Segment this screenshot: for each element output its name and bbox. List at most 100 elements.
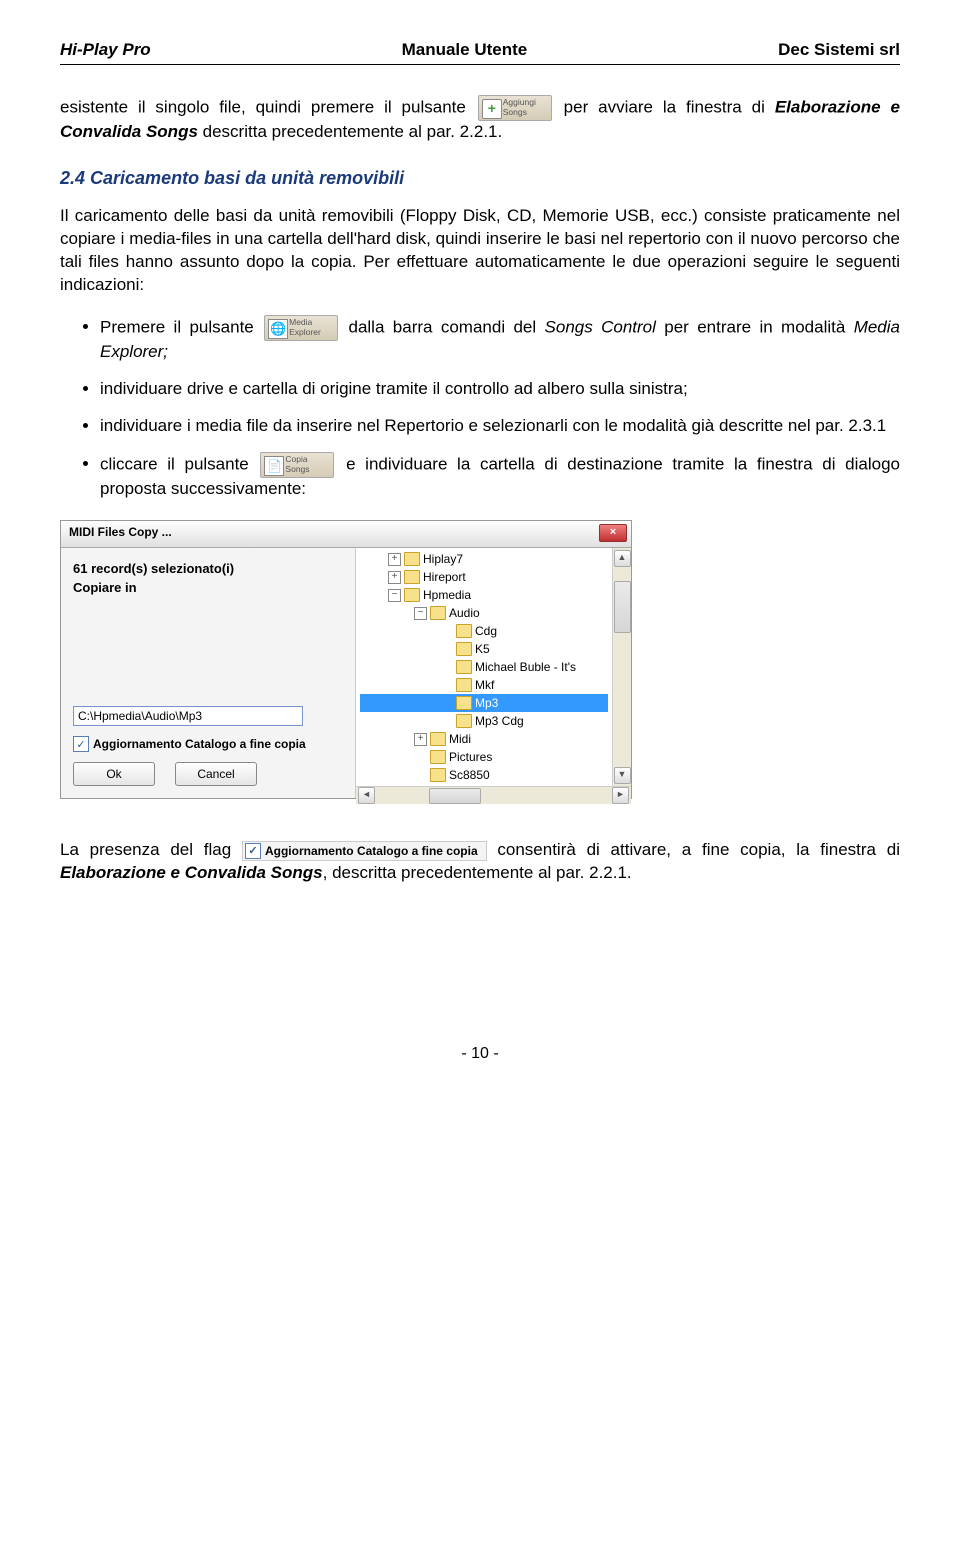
p3a-text: La presenza del flag — [60, 840, 242, 859]
tree-item-label: Hpmedia — [423, 588, 471, 602]
tree-item-label: Mp3 Cdg — [475, 714, 524, 728]
folder-icon — [430, 768, 446, 782]
tree-item[interactable]: Pictures — [360, 748, 608, 766]
header-left: Hi-Play Pro — [60, 40, 151, 60]
tree-item-label: Audio — [449, 606, 480, 620]
tree-item[interactable]: Cdg — [360, 622, 608, 640]
tree-item[interactable]: Michael Buble - It's — [360, 658, 608, 676]
tree-item-label: Mp3 — [475, 696, 498, 710]
tree-item[interactable]: + Midi — [360, 730, 608, 748]
tree-item[interactable]: Mp3 Cdg — [360, 712, 608, 730]
catalog-update-checkbox[interactable]: ✓ — [73, 736, 89, 752]
scroll-up-icon[interactable]: ▲ — [614, 550, 631, 567]
li4a-text: cliccare il pulsante — [100, 454, 258, 473]
tree-item[interactable]: Sc8850 — [360, 766, 608, 784]
tree-item-label: Cdg — [475, 624, 497, 638]
tree-item[interactable]: + Hiplay7 — [360, 550, 608, 568]
folder-icon — [456, 624, 472, 638]
bullet-3: individuare i media file da inserire nel… — [100, 415, 900, 438]
li1a-text: Premere il pulsante — [100, 317, 262, 336]
tree-item[interactable]: Mp3 — [360, 694, 608, 712]
media-explorer-button[interactable]: MediaExplorer — [264, 315, 338, 341]
dialog-right-pane: + Hiplay7 + Hireport − Hpmedia − Audio Cdg K5 Mich… — [355, 548, 631, 798]
expand-toggle-icon[interactable]: + — [414, 733, 427, 746]
copia-songs-button[interactable]: CopiaSongs — [260, 452, 334, 478]
expand-toggle-icon[interactable]: + — [388, 571, 401, 584]
folder-icon — [456, 696, 472, 710]
paragraph-3: La presenza del flag ✓ Aggiornamento Cat… — [60, 839, 900, 885]
tree-item[interactable]: − Audio — [360, 604, 608, 622]
plus-icon — [482, 99, 502, 119]
vertical-scrollbar[interactable]: ▲ ▼ — [612, 548, 631, 786]
tree-item-label: K5 — [475, 642, 490, 656]
scroll-thumb[interactable] — [614, 581, 631, 633]
checkbox-icon: ✓ — [245, 843, 261, 859]
close-icon[interactable]: × — [599, 524, 627, 542]
folder-icon — [404, 552, 420, 566]
folder-icon — [456, 678, 472, 692]
bullet-list: Premere il pulsante MediaExplorer dalla … — [60, 315, 900, 501]
scroll-left-icon[interactable]: ◄ — [358, 787, 375, 804]
dialog-title-text: MIDI Files Copy ... — [69, 525, 172, 539]
expand-toggle-icon[interactable]: − — [388, 589, 401, 602]
p3b-text: consentirà di attivare, a fine copia, la… — [487, 840, 900, 859]
paragraph-1: esistente il singolo file, quindi premer… — [60, 95, 900, 144]
page-number: - 10 - — [60, 1045, 900, 1063]
folder-icon — [430, 606, 446, 620]
ok-button[interactable]: Ok — [73, 762, 155, 786]
folder-icon — [456, 660, 472, 674]
tree-item-label: Hiplay7 — [423, 552, 463, 566]
tree-wrap: + Hiplay7 + Hireport − Hpmedia − Audio Cdg K5 Mich… — [356, 548, 631, 786]
p1b-text: per avviare la finestra di — [554, 97, 775, 116]
cancel-button[interactable]: Cancel — [175, 762, 257, 786]
tree-item[interactable]: + Hireport — [360, 568, 608, 586]
tree-item-label: Mkf — [475, 678, 494, 692]
p1a-text: esistente il singolo file, quindi premer… — [60, 97, 476, 116]
scroll-down-icon[interactable]: ▼ — [614, 767, 631, 784]
dialog-body: 61 record(s) selezionato(i)Copiare in C:… — [61, 548, 631, 798]
li1b-text: dalla barra comandi del — [340, 317, 544, 336]
midi-files-copy-dialog: MIDI Files Copy ... × 61 record(s) selez… — [60, 520, 632, 799]
bullet-1: Premere il pulsante MediaExplorer dalla … — [100, 315, 900, 364]
bullet-4: cliccare il pulsante CopiaSongs e indivi… — [100, 452, 900, 501]
path-input[interactable]: C:\Hpmedia\Audio\Mp3 — [73, 706, 303, 726]
folder-icon — [430, 750, 446, 764]
tree-item-label: Pictures — [449, 750, 492, 764]
bullet-2: individuare drive e cartella di origine … — [100, 378, 900, 401]
inline-catalog-checkbox[interactable]: ✓ Aggiornamento Catalogo a fine copia — [242, 841, 487, 861]
tree-item[interactable]: K5 — [360, 640, 608, 658]
dialog-button-row: Ok Cancel — [73, 762, 343, 786]
selection-summary: 61 record(s) selezionato(i)Copiare in — [73, 560, 343, 596]
copia-songs-label: CopiaSongs — [285, 454, 309, 474]
media-explorer-label: MediaExplorer — [289, 317, 321, 337]
horizontal-scrollbar[interactable]: ◄ ► — [356, 786, 631, 804]
page-header: Hi-Play Pro Manuale Utente Dec Sistemi s… — [60, 40, 900, 60]
p3c-text: Elaborazione e Convalida Songs — [60, 863, 323, 882]
scroll-right-icon[interactable]: ► — [612, 787, 629, 804]
expand-toggle-icon[interactable]: + — [388, 553, 401, 566]
aggiungi-label: AggiungiSongs — [503, 97, 536, 117]
tree-item[interactable]: Mkf — [360, 676, 608, 694]
catalog-update-row: ✓ Aggiornamento Catalogo a fine copia — [73, 736, 343, 752]
catalog-update-label: Aggiornamento Catalogo a fine copia — [93, 737, 306, 751]
tree-item-label: Hireport — [423, 570, 466, 584]
li1d-text: per entrare in modalità — [656, 317, 854, 336]
aggiungi-songs-button[interactable]: AggiungiSongs — [478, 95, 552, 121]
tree-item-label: Midi — [449, 732, 471, 746]
folder-icon — [404, 570, 420, 584]
li1c-text: Songs Control — [545, 317, 656, 336]
folder-tree[interactable]: + Hiplay7 + Hireport − Hpmedia − Audio Cdg K5 Mich… — [356, 548, 612, 786]
tree-item-label: Michael Buble - It's — [475, 660, 576, 674]
folder-icon — [456, 714, 472, 728]
tree-item-label: Sc8850 — [449, 768, 490, 782]
tree-item[interactable]: − Hpmedia — [360, 586, 608, 604]
copy-icon — [264, 456, 284, 476]
header-right: Dec Sistemi srl — [778, 40, 900, 60]
dialog-titlebar: MIDI Files Copy ... × — [61, 521, 631, 548]
p3d-text: , descritta precedentemente al par. 2.2.… — [323, 863, 632, 882]
hscroll-thumb[interactable] — [429, 788, 481, 804]
folder-icon — [430, 732, 446, 746]
expand-toggle-icon[interactable]: − — [414, 607, 427, 620]
section-heading: 2.4 Caricamento basi da unità removibili — [60, 168, 900, 189]
p1d-text: descritta precedentemente al par. 2.2.1. — [198, 122, 502, 141]
